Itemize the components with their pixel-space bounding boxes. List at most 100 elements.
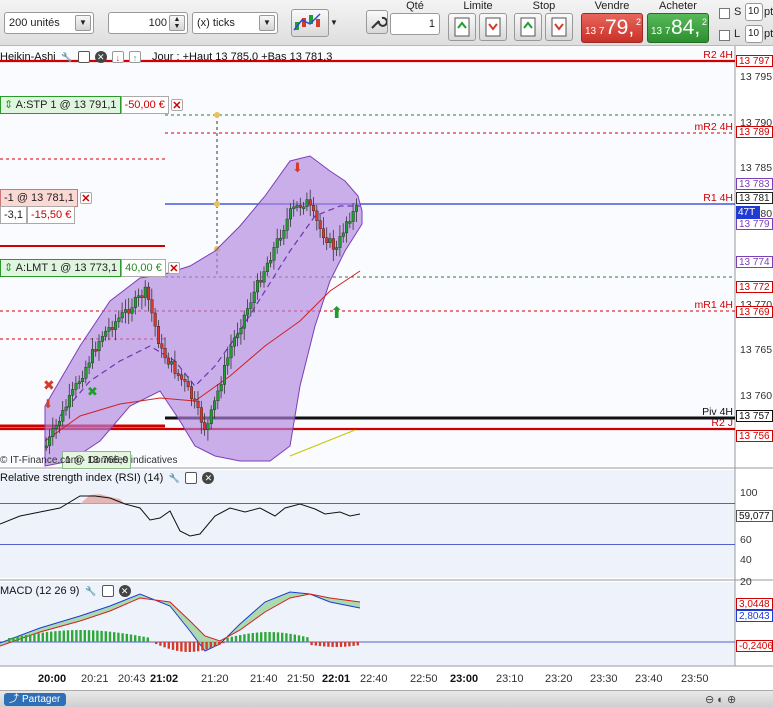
time-tick-label: 21:50 — [287, 673, 315, 685]
ticks-unit-select[interactable]: (x) ticks ▼ — [192, 12, 278, 34]
lmt-order-label[interactable]: ⇕ A:LMT 1 @ 13 773,1 — [0, 259, 122, 277]
drag-handle-icon[interactable]: ⇕ — [4, 99, 13, 111]
wrench-icon[interactable]: 🔧 — [168, 472, 180, 484]
zoom-controls-icon[interactable]: ⊖ ◐ ⊕ — [705, 693, 736, 706]
candle-body — [61, 410, 65, 422]
candle-body — [335, 247, 339, 250]
drag-handle-icon[interactable]: ⇕ — [4, 262, 13, 274]
macd-histogram-bar — [8, 638, 11, 642]
macd-histogram-bar — [251, 633, 254, 642]
close-icon[interactable]: ✕ — [202, 472, 215, 485]
candle-body — [355, 205, 359, 212]
window-icon[interactable] — [185, 472, 198, 485]
position-label[interactable]: -1 @ 13 781,1 — [0, 189, 78, 207]
candle-body — [120, 312, 124, 319]
macd-histogram-bar — [352, 642, 355, 646]
macd-histogram-bar — [201, 642, 204, 651]
cancel-order-icon[interactable]: ✕ — [170, 99, 183, 112]
candle-body — [104, 330, 108, 337]
macd-histogram-bar — [285, 633, 288, 642]
ticks-stepper[interactable]: 100 ▲ ▼ — [108, 12, 188, 34]
candle-body — [114, 321, 118, 330]
chart-type-button[interactable] — [291, 9, 329, 37]
lmt-order-pnl: 40,00 € — [121, 259, 166, 277]
stp-order-label[interactable]: ⇕ A:STP 1 @ 13 791,1 — [0, 96, 121, 114]
wrench-icon[interactable]: 🔧 — [61, 51, 73, 63]
limit-points-input[interactable]: 10 — [745, 25, 763, 43]
limit-sell-button[interactable] — [479, 13, 507, 41]
candle-body — [275, 238, 279, 248]
candle-body — [262, 271, 266, 283]
macd-histogram-bar — [297, 635, 301, 642]
chart-type-icon — [293, 13, 321, 31]
stop-points-input[interactable]: 10 — [745, 3, 763, 21]
lmt-order-row[interactable]: ⇕ A:LMT 1 @ 13 773,1 40,00 € ✕ — [0, 259, 180, 277]
order-anchor-dot — [214, 201, 220, 207]
stop-buy-button[interactable] — [514, 13, 542, 41]
limit-buy-button[interactable] — [448, 13, 476, 41]
settings-button[interactable] — [366, 10, 388, 34]
level-label: mR1 4H — [694, 299, 733, 311]
limit-points-unit: pt — [764, 28, 773, 40]
price-panel-info: Jour : +Haut 13 785,0 +Bas 13 781,3 — [152, 51, 333, 63]
candle-body — [170, 361, 174, 365]
candle-body — [348, 221, 352, 224]
stp-order-row[interactable]: ⇕ A:STP 1 @ 13 791,1 -50,00 € ✕ — [0, 96, 183, 114]
macd-histogram-bar — [230, 636, 233, 642]
stop-buy-icon — [520, 17, 536, 37]
wrench-icon[interactable]: 🔧 — [85, 585, 97, 597]
candle-body — [295, 205, 299, 208]
time-tick-label: 20:00 — [38, 673, 67, 685]
stepper-arrows-icon[interactable]: ▲ ▼ — [169, 15, 185, 31]
stp-order-text: A:STP 1 @ 13 791,1 — [15, 99, 117, 111]
macd-histogram-bar — [218, 642, 221, 645]
chart-type-chevron-icon[interactable]: ▼ — [330, 18, 338, 27]
position-row[interactable]: -1 @ 13 781,1 ✕ — [0, 189, 92, 207]
level-label: R2 J — [711, 417, 733, 429]
candle-body — [156, 326, 160, 344]
qty-input[interactable]: 1 — [390, 13, 440, 35]
macd-histogram-bar — [247, 633, 250, 642]
close-icon[interactable]: ✕ — [94, 51, 107, 64]
price-tick-label: 13 785 — [740, 162, 773, 174]
macd-histogram-bar — [356, 642, 359, 646]
macd-panel-header: MACD (12 26 9) 🔧 ✕ — [0, 583, 131, 599]
units-select[interactable]: 200 unités ▼ — [4, 12, 94, 34]
candle-body — [213, 400, 217, 411]
close-position-icon[interactable]: ✕ — [79, 192, 92, 205]
candle-body — [302, 206, 306, 209]
buy-price-decimal: 2 — [702, 17, 708, 27]
data-copyright: © IT-Finance.com - Données indicatives — [0, 455, 178, 466]
window-icon[interactable] — [77, 51, 90, 64]
candle-body — [322, 228, 326, 239]
share-button[interactable]: ⤴ Partager — [4, 693, 67, 706]
macd-value-tag: -0,2406 — [736, 640, 773, 652]
macd-histogram-bar — [197, 642, 200, 652]
wrench-icon — [371, 16, 388, 29]
sell-button[interactable]: 13 7 79, 2 — [581, 13, 643, 43]
candle-body — [265, 262, 269, 272]
limit-checkbox[interactable] — [719, 30, 730, 41]
candle-body — [318, 220, 322, 229]
share-icon: ⤴ — [9, 694, 19, 705]
move-up-icon[interactable]: ↑ — [128, 51, 141, 64]
buy-marker-icon: ✖ — [87, 385, 98, 400]
buy-button[interactable]: 13 7 84, 2 — [647, 13, 709, 43]
cancel-order-icon[interactable]: ✕ — [167, 262, 180, 275]
limit-checkbox-label: L — [734, 28, 741, 40]
macd-histogram-bar — [239, 635, 242, 642]
stop-sell-button[interactable] — [545, 13, 573, 41]
candle-body — [147, 286, 151, 300]
rsi-tick-label: 60 — [740, 534, 752, 546]
close-icon[interactable]: ✕ — [118, 585, 131, 598]
macd-histogram-bar — [260, 632, 263, 642]
macd-histogram-bar — [104, 631, 107, 642]
candle-body — [279, 238, 283, 241]
stop-checkbox[interactable] — [719, 8, 730, 19]
move-down-icon[interactable]: ↓ — [111, 51, 124, 64]
candle-body — [219, 384, 223, 392]
window-icon[interactable] — [101, 585, 114, 598]
candle-body — [315, 210, 319, 221]
macd-histogram-bar — [12, 637, 15, 642]
candle-body — [107, 327, 111, 332]
